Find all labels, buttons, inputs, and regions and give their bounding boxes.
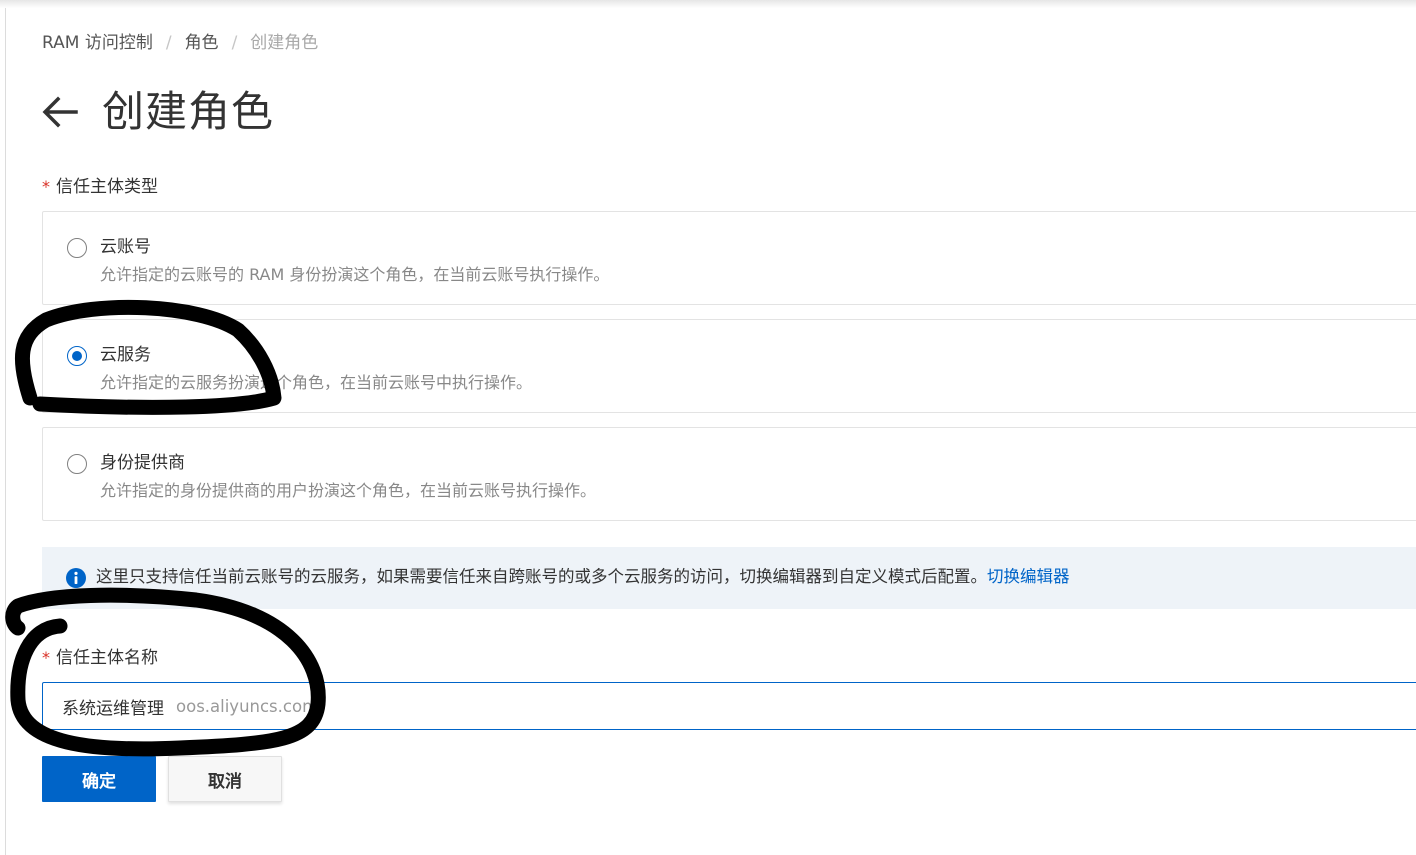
principal-domain: oos.aliyuncs.com bbox=[176, 696, 319, 716]
info-icon bbox=[66, 568, 86, 588]
page-title: 创建角色 bbox=[102, 87, 275, 136]
title-row: 创建角色 bbox=[40, 84, 274, 140]
breadcrumb-item-roles[interactable]: 角色 bbox=[185, 33, 219, 53]
radio-cloud-service[interactable] bbox=[67, 346, 87, 366]
confirm-button[interactable]: 确定 bbox=[42, 756, 156, 802]
radio-cloud-account[interactable] bbox=[67, 238, 87, 258]
option-description: 允许指定的云账号的 RAM 身份扮演这个角色，在当前云账号执行操作。 bbox=[100, 265, 610, 284]
trust-type-label-text: 信任主体类型 bbox=[56, 177, 158, 197]
create-role-page: RAM 访问控制 / 角色 / 创建角色 创建角色 * 信任主体类型 云账号 允许指定的云… bbox=[0, 0, 1416, 855]
principal-name-select[interactable]: 系统运维管理 oos.aliyuncs.com bbox=[42, 682, 1416, 730]
cancel-button[interactable]: 取消 bbox=[168, 756, 282, 802]
breadcrumb-separator: / bbox=[165, 33, 172, 53]
option-title: 云服务 bbox=[100, 345, 151, 365]
principal-name-value: 系统运维管理 bbox=[62, 698, 164, 719]
trust-option-cloud-service[interactable]: 云服务 允许指定的云服务扮演这个角色，在当前云账号中执行操作。 bbox=[42, 319, 1416, 413]
arrow-left-icon[interactable] bbox=[40, 92, 80, 132]
notice-text-line: 这里只支持信任当前云账号的云服务，如果需要信任来自跨账号的或多个云服务的访问，切… bbox=[96, 565, 1070, 589]
switch-editor-link[interactable]: 切换编辑器 bbox=[987, 567, 1070, 586]
required-mark: * bbox=[42, 177, 50, 196]
breadcrumb-separator: / bbox=[231, 33, 238, 53]
notice-bar: 这里只支持信任当前云账号的云服务，如果需要信任来自跨账号的或多个云服务的访问，切… bbox=[42, 547, 1416, 609]
principal-name-label-text: 信任主体名称 bbox=[56, 648, 158, 668]
trust-type-label: * 信任主体类型 bbox=[42, 175, 158, 199]
trust-option-identity-provider[interactable]: 身份提供商 允许指定的身份提供商的用户扮演这个角色，在当前云账号执行操作。 bbox=[42, 427, 1416, 521]
top-shadow bbox=[0, 0, 1416, 8]
radio-identity-provider[interactable] bbox=[67, 454, 87, 474]
trust-option-cloud-account[interactable]: 云账号 允许指定的云账号的 RAM 身份扮演这个角色，在当前云账号执行操作。 bbox=[42, 211, 1416, 305]
breadcrumb-item-current: 创建角色 bbox=[250, 33, 319, 53]
notice-text: 这里只支持信任当前云账号的云服务，如果需要信任来自跨账号的或多个云服务的访问，切… bbox=[96, 567, 987, 586]
required-mark: * bbox=[42, 648, 50, 667]
option-description: 允许指定的身份提供商的用户扮演这个角色，在当前云账号执行操作。 bbox=[100, 481, 597, 500]
breadcrumb-item-ram[interactable]: RAM 访问控制 bbox=[42, 33, 153, 53]
option-title: 身份提供商 bbox=[100, 453, 185, 473]
option-title: 云账号 bbox=[100, 237, 151, 257]
option-description: 允许指定的云服务扮演这个角色，在当前云账号中执行操作。 bbox=[100, 373, 533, 392]
breadcrumb: RAM 访问控制 / 角色 / 创建角色 bbox=[42, 31, 318, 55]
principal-name-label: * 信任主体名称 bbox=[42, 646, 158, 670]
left-border bbox=[5, 8, 6, 855]
